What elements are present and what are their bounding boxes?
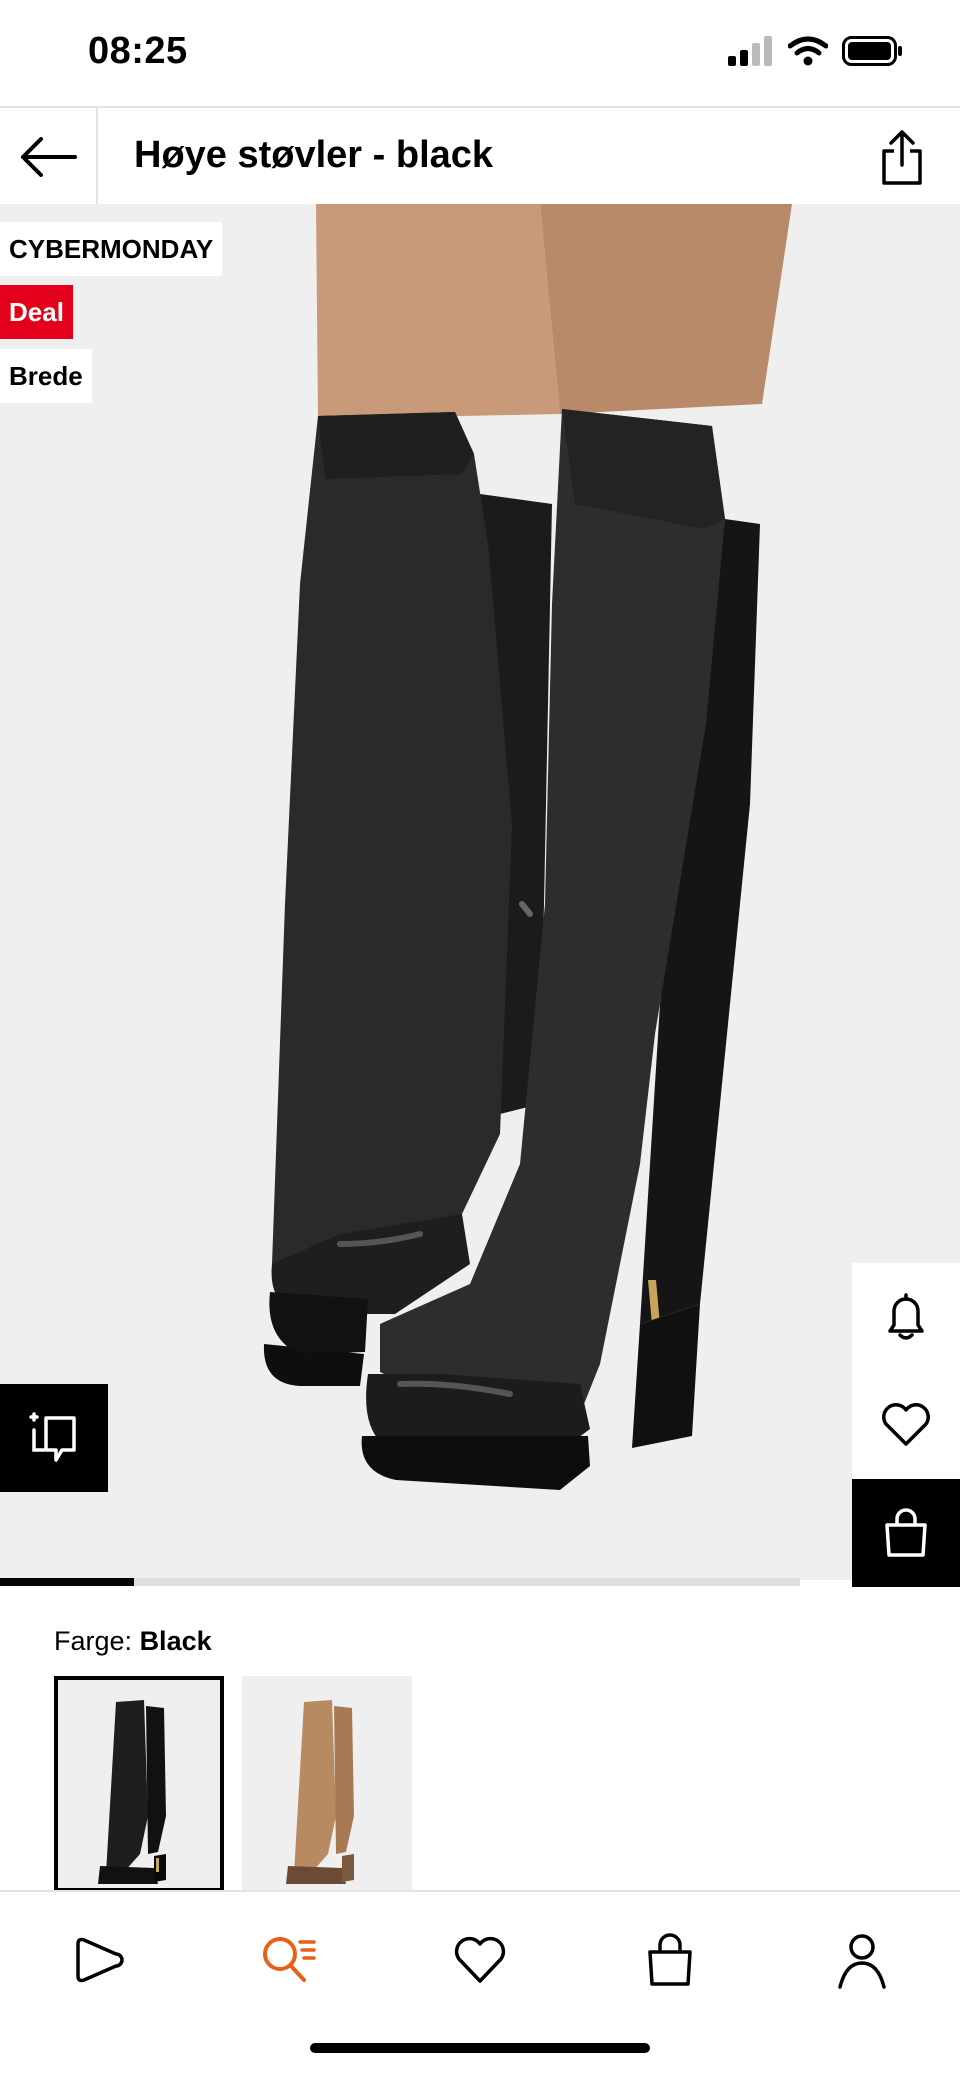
- nav-profile[interactable]: [822, 1920, 902, 2000]
- wifi-icon: [788, 36, 828, 66]
- wishlist-button[interactable]: [852, 1371, 960, 1479]
- color-swatch-black[interactable]: [54, 1676, 224, 1892]
- nav-cart[interactable]: [630, 1920, 710, 2000]
- color-swatch-camel[interactable]: [242, 1676, 412, 1892]
- bag-icon: [648, 1933, 692, 1986]
- boots-illustration: [263, 204, 792, 1490]
- nav-home[interactable]: [58, 1920, 138, 2000]
- black-boot-thumbnail: [98, 1700, 166, 1884]
- bell-icon: [888, 1293, 924, 1340]
- status-time: 08:25: [88, 30, 188, 72]
- nav-wishlist[interactable]: [440, 1920, 520, 2000]
- selected-color: Black: [139, 1626, 212, 1656]
- camel-boot-thumbnail: [286, 1700, 354, 1884]
- user-icon: [838, 1934, 886, 1989]
- arrow-left-icon: [21, 137, 77, 177]
- product-header: Høye støvler - black: [0, 106, 960, 208]
- back-button[interactable]: [0, 108, 98, 206]
- deal-badge: Deal: [0, 285, 73, 339]
- home-indicator: [310, 2043, 650, 2053]
- color-label-text: Farge:: [54, 1626, 133, 1656]
- search-icon: [263, 1937, 316, 1982]
- color-label: Farge: Black: [54, 1626, 212, 1657]
- heart-icon: [882, 1403, 930, 1446]
- status-bar: 08:25: [0, 0, 960, 106]
- signal-icon: [728, 36, 772, 66]
- add-to-cart-button[interactable]: [852, 1479, 960, 1587]
- product-image[interactable]: [0, 204, 960, 1580]
- notify-button[interactable]: [852, 1263, 960, 1371]
- share-icon: [882, 130, 922, 185]
- play-icon: [76, 1937, 124, 1983]
- gallery-progress-fill: [0, 1578, 134, 1586]
- status-icons: [728, 36, 904, 66]
- product-actions: [852, 1263, 960, 1587]
- size-fit-button[interactable]: [0, 1384, 108, 1492]
- heart-icon: [454, 1936, 506, 1983]
- gallery-progress: [0, 1578, 800, 1586]
- page-title: Høye støvler - black: [134, 134, 494, 176]
- nav-search[interactable]: [248, 1920, 328, 2000]
- cybermonday-badge: CYBERMONDAY: [0, 222, 223, 276]
- size-fit-icon: [29, 1412, 76, 1462]
- wide-fit-badge: Brede: [0, 349, 92, 403]
- battery-icon: [842, 36, 902, 66]
- shopping-bag-icon: [885, 1508, 927, 1557]
- share-button[interactable]: [872, 126, 932, 188]
